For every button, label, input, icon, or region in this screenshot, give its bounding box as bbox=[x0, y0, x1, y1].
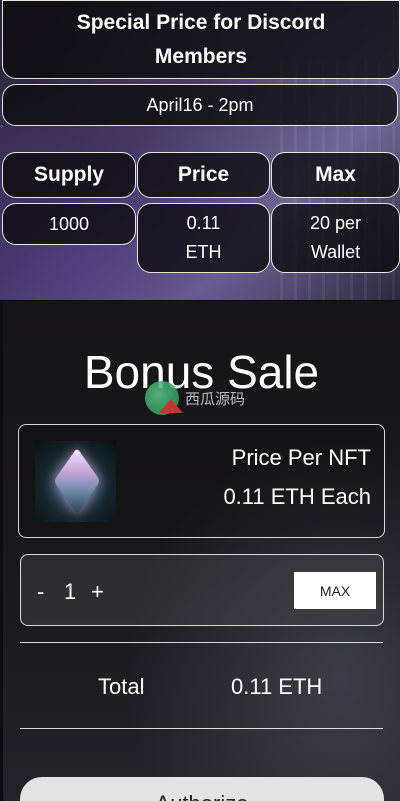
price-value: 0.11 ETH bbox=[137, 203, 270, 273]
quantity-selector: - 1 + MAX bbox=[20, 554, 384, 626]
max-value-text: 20 per Wallet bbox=[309, 213, 362, 262]
price-value-text: 0.11 ETH bbox=[185, 213, 222, 262]
price-header: Price bbox=[137, 152, 270, 198]
nft-price-card: Price Per NFT 0.11 ETH Each bbox=[18, 424, 385, 538]
hero-banner: Special Price for Discord Members April1… bbox=[0, 0, 400, 300]
decrement-button[interactable]: - bbox=[37, 579, 44, 605]
supply-header: Supply bbox=[2, 152, 136, 198]
title-panel: Special Price for Discord Members bbox=[2, 0, 400, 79]
increment-button[interactable]: + bbox=[91, 579, 104, 605]
authorize-button[interactable]: Authorize bbox=[20, 777, 384, 801]
max-button[interactable]: MAX bbox=[294, 572, 376, 609]
quantity-value: 1 bbox=[64, 579, 77, 604]
divider bbox=[20, 728, 383, 729]
crystal-icon bbox=[53, 447, 101, 515]
total-value: 0.11 ETH bbox=[231, 674, 323, 699]
divider bbox=[20, 642, 383, 643]
watermelon-icon bbox=[145, 381, 183, 415]
total-label: Total bbox=[98, 674, 145, 699]
nft-image bbox=[35, 441, 116, 522]
price-per-nft-label: Price Per NFT bbox=[231, 445, 371, 470]
supply-value: 1000 bbox=[2, 203, 136, 245]
watermark-text: 西瓜源码 bbox=[185, 390, 246, 408]
watermark: 西瓜源码 bbox=[145, 381, 245, 415]
max-value: 20 per Wallet bbox=[271, 203, 400, 273]
page-title: Special Price for Discord Members bbox=[76, 10, 326, 68]
date-label: April16 - 2pm bbox=[2, 84, 398, 126]
max-header: Max bbox=[271, 152, 400, 198]
sale-section: Bonus Sale 西瓜源码 Price Per NFT 0.11 ETH E… bbox=[3, 301, 400, 801]
price-per-nft-value: 0.11 ETH Each bbox=[223, 484, 371, 509]
